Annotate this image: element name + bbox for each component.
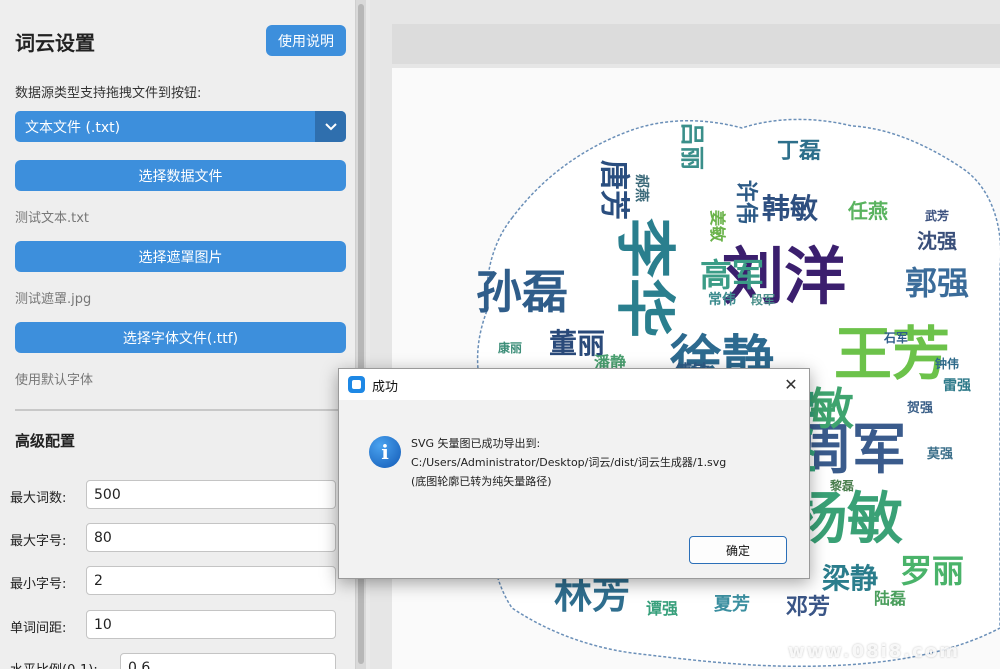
word-spacing-input[interactable]: 10 (86, 610, 336, 639)
cloud-word: 邓芳 (786, 595, 830, 620)
cloud-word: 李华 (609, 218, 679, 338)
horizontal-ratio-input[interactable]: 0.6 (120, 653, 336, 669)
section-divider (15, 409, 346, 411)
min-font-size-label: 最小字号: (10, 577, 67, 592)
max-words-label: 最大词数: (10, 491, 67, 506)
success-dialog: 成功 ✕ i SVG 矢量图已成功导出到: C:/Users/Administr… (338, 368, 810, 579)
choose-data-file-button[interactable]: 选择数据文件 (15, 160, 346, 191)
cloud-word: 康丽 (498, 340, 522, 355)
preview-toolbar (392, 24, 1000, 64)
dialog-message-path: C:/Users/Administrator/Desktop/词云/dist/词… (411, 456, 727, 469)
chevron-down-icon[interactable] (315, 111, 346, 142)
ok-button[interactable]: 确定 (689, 536, 787, 564)
font-file-name: 使用默认字体 (15, 373, 94, 388)
dialog-message-line1: SVG 矢量图已成功导出到: (411, 437, 541, 450)
cloud-word: 石军 (883, 330, 908, 345)
choose-font-file-button[interactable]: 选择字体文件(.ttf) (15, 322, 346, 353)
cloud-word: 郝燕 (633, 174, 650, 202)
cloud-word: 林芳 (554, 573, 630, 617)
dialog-titlebar: 成功 ✕ (339, 369, 809, 400)
word-spacing-label: 单词间距: (10, 621, 67, 636)
cloud-word: 任燕 (847, 199, 888, 223)
cloud-word: 高军 (700, 256, 764, 294)
cloud-word: 吕丽 (678, 122, 706, 170)
cloud-word: 敏 (810, 384, 854, 435)
data-file-name: 测试文本.txt (15, 211, 90, 226)
horizontal-ratio-label: 水平比例(0-1): (10, 659, 98, 669)
source-type-label: 数据源类型支持拖拽文件到按钮: (15, 86, 202, 101)
cloud-word: 郭强 (905, 264, 969, 302)
settings-panel: 词云设置 使用说明 数据源类型支持拖拽文件到按钮: 文本文件 (.txt) 选择… (0, 0, 366, 669)
dialog-message-note: (底图轮廓已转为纯矢量路径) (411, 475, 552, 488)
cloud-word: 常伟 (708, 291, 736, 308)
cloud-word: 段军 (751, 292, 775, 307)
min-font-size-input[interactable]: 2 (86, 566, 336, 595)
cloud-word: 罗丽 (900, 552, 964, 590)
mask-file-name: 测试遮罩.jpg (15, 292, 92, 307)
cloud-word: 黎磊 (830, 478, 854, 493)
cloud-word: 莫强 (926, 446, 953, 462)
max-font-size-label: 最大字号: (10, 534, 67, 549)
info-icon: i (369, 436, 401, 468)
cloud-word: 武芳 (925, 208, 949, 223)
advanced-config-title: 高级配置 (15, 432, 76, 450)
help-button[interactable]: 使用说明 (266, 25, 346, 56)
cloud-word: 贺强 (906, 400, 933, 416)
cloud-word: 沈强 (917, 229, 957, 253)
cloud-word: 许伟 (733, 180, 759, 224)
cloud-word: 唐芳 (596, 160, 631, 220)
choose-mask-image-button[interactable]: 选择遮罩图片 (15, 241, 346, 272)
source-type-select[interactable]: 文本文件 (.txt) (15, 111, 346, 142)
app-icon (348, 376, 365, 393)
cloud-word: 梁静 (821, 562, 878, 595)
dialog-title: 成功 (372, 380, 399, 395)
cloud-word: 姜敏 (708, 210, 727, 243)
source-type-value: 文本文件 (.txt) (25, 119, 121, 136)
watermark-text: www.08i8.com (788, 641, 960, 662)
cloud-word: 雷强 (943, 377, 971, 394)
max-words-input[interactable]: 500 (86, 480, 336, 509)
max-font-size-input[interactable]: 80 (86, 523, 336, 552)
cloud-word: 钟伟 (935, 356, 959, 371)
cloud-word: 陆磊 (874, 589, 906, 608)
cloud-word: 夏芳 (714, 593, 750, 615)
cloud-word: 韩敏 (762, 192, 818, 225)
cloud-word: 谭强 (646, 599, 678, 618)
panel-title: 词云设置 (15, 31, 95, 55)
cloud-word: 孙磊 (476, 265, 568, 319)
cloud-word: 丁磊 (777, 139, 821, 164)
close-icon[interactable]: ✕ (781, 374, 801, 394)
